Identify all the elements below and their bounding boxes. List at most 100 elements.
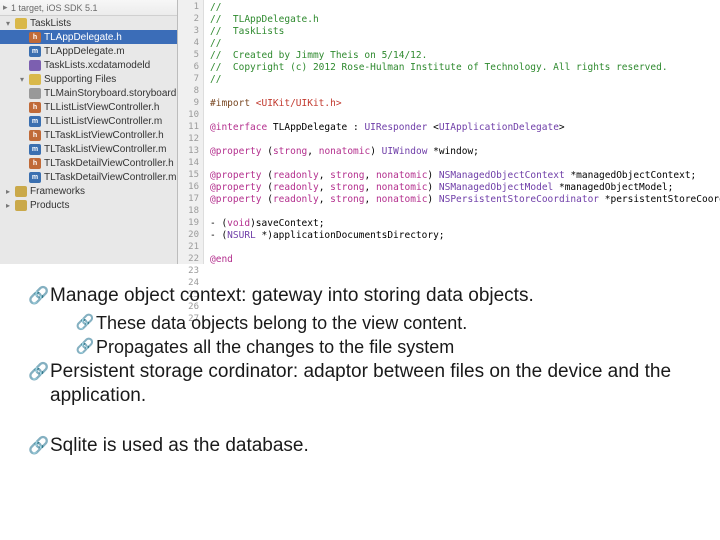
bullet-glyph-icon: 🔗 (74, 312, 96, 334)
bullet-glyph-icon: 🔗 (28, 284, 50, 308)
file-tltaskdetailviewcontroller-m[interactable]: mTLTaskDetailViewController.m (0, 170, 177, 184)
code-line[interactable] (210, 134, 714, 146)
line-number: 18 (178, 206, 203, 218)
file-label: TaskLists.xcdatamodeld (44, 60, 150, 71)
file-label: TLTaskListViewController.h (44, 130, 164, 141)
file-tllistlistviewcontroller-h[interactable]: hTLListListViewController.h (0, 100, 177, 114)
code-line[interactable]: #import <UIKit/UIKit.h> (210, 98, 714, 110)
disclosure-right-icon[interactable]: ▸ (6, 187, 15, 196)
line-number: 13 (178, 146, 203, 158)
code-editor[interactable]: //// TLAppDelegate.h// TaskLists//// Cre… (204, 0, 720, 264)
code-line[interactable]: @end (210, 254, 714, 264)
file-tree[interactable]: ▾TaskListshTLAppDelegate.hmTLAppDelegate… (0, 16, 177, 212)
file-label: TLTaskDetailViewController.h (44, 158, 174, 169)
code-line[interactable]: - (NSURL *)applicationDocumentsDirectory… (210, 230, 714, 242)
line-number: 3 (178, 26, 203, 38)
code-line[interactable]: @property (strong, nonatomic) UIWindow *… (210, 146, 714, 158)
file-tasklists-xcdatamodeld[interactable]: TaskLists.xcdatamodeld (0, 58, 177, 72)
code-line[interactable]: // (210, 2, 714, 14)
m-file-icon: m (29, 116, 41, 127)
h-file-icon: h (29, 32, 41, 43)
line-number: 4 (178, 38, 203, 50)
file-frameworks[interactable]: ▸ Frameworks (0, 184, 177, 198)
code-line[interactable] (210, 110, 714, 122)
line-number: 1 (178, 2, 203, 14)
m-file-icon: m (29, 144, 41, 155)
file-tasklists[interactable]: ▾ TaskLists (0, 16, 177, 30)
line-number: 17 (178, 194, 203, 206)
file-tltaskdetailviewcontroller-h[interactable]: hTLTaskDetailViewController.h (0, 156, 177, 170)
code-line[interactable] (210, 158, 714, 170)
code-line[interactable]: @property (readonly, strong, nonatomic) … (210, 170, 714, 182)
target-label: 1 target, iOS SDK 5.1 (11, 3, 98, 13)
file-label: TaskLists (30, 18, 71, 29)
line-number: 19 (178, 218, 203, 230)
disclosure-right-icon[interactable]: ▸ (6, 201, 15, 210)
h-file-icon: h (29, 102, 41, 113)
line-number: 15 (178, 170, 203, 182)
file-label: Frameworks (30, 186, 85, 197)
file-tlappdelegate-h[interactable]: hTLAppDelegate.h (0, 30, 177, 44)
code-line[interactable]: @property (readonly, strong, nonatomic) … (210, 194, 714, 206)
h-file-icon: h (29, 130, 41, 141)
line-number: 11 (178, 122, 203, 134)
bullet-glyph-icon: 🔗 (28, 434, 50, 458)
code-line[interactable]: @property (readonly, strong, nonatomic) … (210, 182, 714, 194)
file-products[interactable]: ▸ Products (0, 198, 177, 212)
line-number: 6 (178, 62, 203, 74)
code-line[interactable]: // TaskLists (210, 26, 714, 38)
disclosure-down-icon[interactable]: ▾ (20, 75, 29, 84)
code-line[interactable]: - (void)saveContext; (210, 218, 714, 230)
code-line[interactable]: // Created by Jimmy Theis on 5/14/12. (210, 50, 714, 62)
subbullet-1-text: These data objects belong to the view co… (96, 312, 467, 334)
code-line[interactable]: // (210, 74, 714, 86)
xcode-ide: ▸ 1 target, iOS SDK 5.1 ▾TaskListshTLApp… (0, 0, 720, 264)
file-label: Products (30, 200, 69, 211)
bullet-3-text: Sqlite is used as the database. (50, 434, 309, 458)
line-number: 14 (178, 158, 203, 170)
disclosure-down-icon[interactable]: ▾ (6, 19, 15, 28)
bullet-glyph-icon: 🔗 (74, 336, 96, 358)
line-number: 7 (178, 74, 203, 86)
code-line[interactable]: // TLAppDelegate.h (210, 14, 714, 26)
file-label: TLTaskListViewController.m (44, 144, 166, 155)
file-tltasklistviewcontroller-h[interactable]: hTLTaskListViewController.h (0, 128, 177, 142)
code-line[interactable]: // (210, 38, 714, 50)
subbullet-1: 🔗 These data objects belong to the view … (28, 312, 692, 334)
slide-notes: 🔗 Manage object context: gateway into st… (0, 270, 720, 462)
bullet-2-text: Persistent storage cordinator: adaptor b… (50, 360, 692, 408)
line-number: 10 (178, 110, 203, 122)
file-label: TLAppDelegate.h (44, 32, 122, 43)
line-gutter: 1234567891011121314151617181920212223242… (178, 0, 204, 264)
line-number: 5 (178, 50, 203, 62)
storyboard-file-icon (29, 88, 41, 99)
line-number: 2 (178, 14, 203, 26)
file-label: TLMainStoryboard.storyboard (44, 88, 176, 99)
m-file-icon: m (29, 172, 41, 183)
file-tllistlistviewcontroller-m[interactable]: mTLListListViewController.m (0, 114, 177, 128)
line-number: 9 (178, 98, 203, 110)
code-line[interactable]: @interface TLAppDelegate : UIResponder <… (210, 122, 714, 134)
file-supporting-files[interactable]: ▾ Supporting Files (0, 72, 177, 86)
framework-file-icon (15, 186, 27, 197)
file-tlappdelegate-m[interactable]: mTLAppDelegate.m (0, 44, 177, 58)
m-file-icon: m (29, 46, 41, 57)
code-line[interactable] (210, 242, 714, 254)
file-label: TLListListViewController.h (44, 102, 159, 113)
folder-file-icon (29, 74, 41, 85)
bullet-glyph-icon: 🔗 (28, 360, 50, 408)
target-summary[interactable]: ▸ 1 target, iOS SDK 5.1 (0, 0, 177, 16)
bullet-3: 🔗 Sqlite is used as the database. (28, 434, 692, 458)
code-line[interactable] (210, 206, 714, 218)
file-label: TLTaskDetailViewController.m (44, 172, 176, 183)
project-navigator[interactable]: ▸ 1 target, iOS SDK 5.1 ▾TaskListshTLApp… (0, 0, 178, 264)
line-number: 8 (178, 86, 203, 98)
file-tltasklistviewcontroller-m[interactable]: mTLTaskListViewController.m (0, 142, 177, 156)
code-line[interactable]: // Copyright (c) 2012 Rose-Hulman Instit… (210, 62, 714, 74)
file-label: Supporting Files (44, 74, 116, 85)
line-number: 22 (178, 254, 203, 266)
file-tlmainstoryboard-storyboard[interactable]: TLMainStoryboard.storyboard (0, 86, 177, 100)
folder-file-icon (15, 18, 27, 29)
subbullet-2: 🔗 Propagates all the changes to the file… (28, 336, 692, 358)
code-line[interactable] (210, 86, 714, 98)
